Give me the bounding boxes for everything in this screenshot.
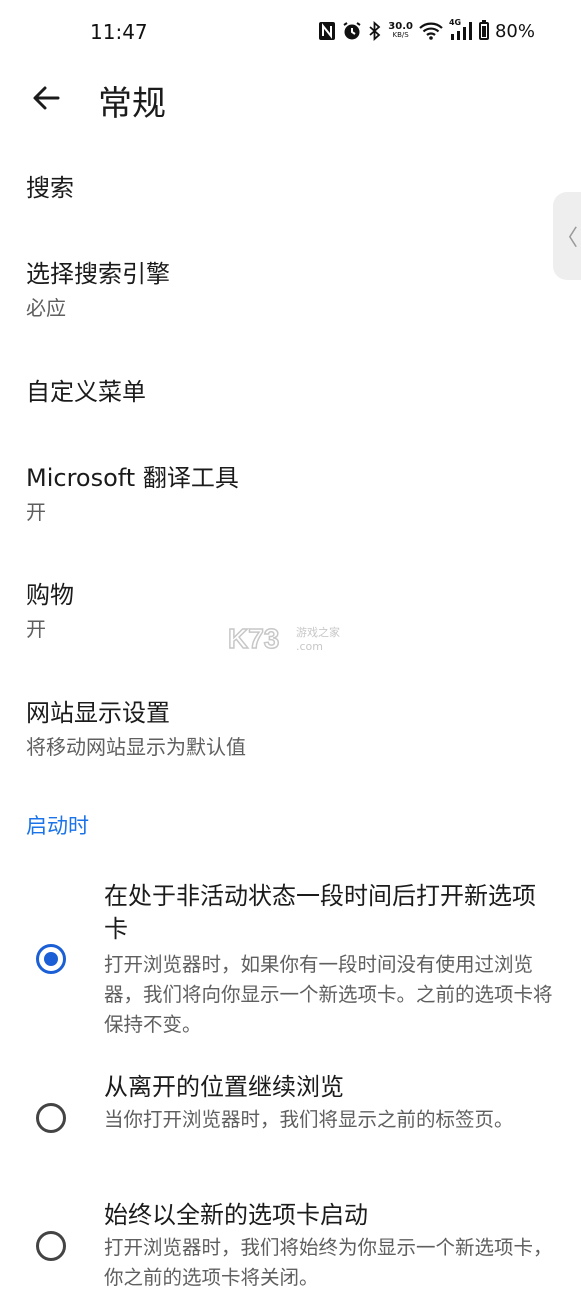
radio-description: 当你打开浏览器时，我们将显示之前的标签页。: [104, 1108, 514, 1131]
setting-title: 搜索: [26, 174, 74, 202]
app-header: 常规: [0, 64, 581, 130]
startup-option-continue-where-left[interactable]: 从离开的位置继续浏览 当你打开浏览器时，我们将显示之前的标签页。: [0, 1065, 581, 1175]
setting-search[interactable]: 搜索: [0, 150, 581, 222]
bluetooth-icon: [368, 20, 382, 42]
radio-title: 在处于非活动状态一段时间后打开新选项卡: [104, 882, 536, 943]
radio-button[interactable]: [36, 1103, 66, 1133]
setting-summary: 开: [26, 617, 46, 641]
watermark-site-name: 游戏之家: [296, 625, 340, 639]
radio-button[interactable]: [36, 1231, 66, 1261]
arrow-left-icon: [33, 86, 60, 110]
battery-icon: [478, 20, 489, 40]
setting-summary: 将移动网站显示为默认值: [26, 735, 246, 759]
battery-percent: 80%: [494, 20, 535, 42]
watermark-domain: .com: [296, 640, 323, 653]
nfc-icon: [318, 20, 336, 42]
back-button[interactable]: [26, 78, 66, 118]
wifi-icon: [419, 20, 443, 42]
alarm-icon: [342, 20, 362, 42]
setting-summary: 开: [26, 500, 46, 524]
radio-title: 始终以全新的选项卡启动: [104, 1201, 368, 1229]
radio-title: 从离开的位置继续浏览: [104, 1073, 344, 1101]
setting-search-engine[interactable]: 选择搜索引擎 必应: [0, 236, 581, 332]
status-time: 11:47: [90, 20, 148, 44]
battery-level: [481, 25, 486, 37]
setting-title: 购物: [26, 581, 74, 609]
setting-title: 网站显示设置: [26, 699, 170, 727]
setting-microsoft-translator[interactable]: Microsoft 翻译工具 开: [0, 440, 581, 536]
section-header-startup: 启动时: [26, 814, 89, 838]
radio-button[interactable]: [36, 944, 66, 974]
status-icons: 30.0 KB/S 4G 80%: [318, 18, 535, 42]
network-speed-value: 30.0: [388, 21, 413, 32]
radio-description: 打开浏览器时，如果你有一段时间没有使用过浏览器，我们将向你显示一个新选项卡。之前…: [104, 953, 553, 1036]
edge-panel-handle[interactable]: 〈: [553, 192, 581, 280]
network-type: 4G: [448, 18, 462, 27]
startup-option-new-tab-after-inactive[interactable]: 在处于非活动状态一段时间后打开新选项卡 打开浏览器时，如果你有一段时间没有使用过…: [0, 870, 581, 1050]
status-bar: 11:47 30.0 KB/S 4G 80%: [0, 0, 581, 64]
page-title: 常规: [98, 84, 166, 124]
setting-title: 自定义菜单: [26, 378, 146, 406]
watermark-logo: K73 游戏之家 .com: [226, 620, 356, 656]
watermark-brand: K73: [228, 623, 279, 654]
chevron-left-icon: 〈: [555, 226, 578, 251]
setting-title: 选择搜索引擎: [26, 260, 170, 288]
network-speed-unit: KB/S: [392, 31, 409, 39]
cellular-signal-icon: 4G: [448, 18, 473, 42]
radio-description: 打开浏览器时，我们将始终为你显示一个新选项卡，你之前的选项卡将关闭。: [104, 1236, 553, 1289]
setting-title: Microsoft 翻译工具: [26, 464, 239, 492]
setting-site-display[interactable]: 网站显示设置 将移动网站显示为默认值: [0, 675, 581, 771]
setting-customize-menu[interactable]: 自定义菜单: [0, 354, 581, 426]
startup-option-always-new-tab[interactable]: 始终以全新的选项卡启动 打开浏览器时，我们将始终为你显示一个新选项卡，你之前的选…: [0, 1195, 581, 1289]
network-speed: 30.0 KB/S: [388, 22, 413, 40]
setting-summary: 必应: [26, 296, 66, 320]
